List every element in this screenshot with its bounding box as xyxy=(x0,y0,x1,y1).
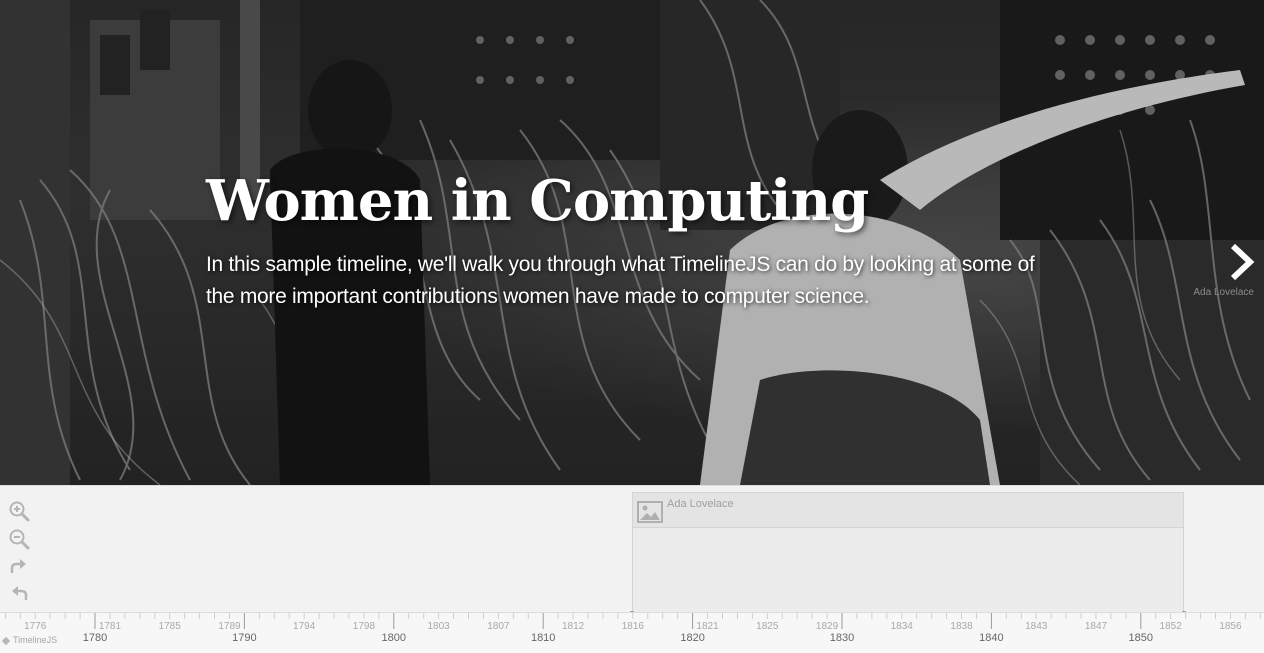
minor-tick-label: 1794 xyxy=(293,621,316,632)
zoom-in-button[interactable] xyxy=(8,500,30,522)
major-tick-label: 1840 xyxy=(979,632,1004,644)
minor-tick-label: 1776 xyxy=(24,621,47,632)
minor-tick-label: 1847 xyxy=(1084,621,1108,632)
minor-tick-label: 1825 xyxy=(756,621,779,632)
slide-overlay xyxy=(0,0,1264,485)
major-tick-label: 1790 xyxy=(232,632,257,644)
next-slide-button[interactable]: Ada Lovelace xyxy=(1188,240,1264,306)
minor-tick-label: 1816 xyxy=(621,621,644,632)
major-tick-label: 1780 xyxy=(82,632,108,644)
timelinejs-logo-icon xyxy=(1,636,11,645)
brand-label: TimelineJS xyxy=(13,635,58,645)
slide-title: Women in Computing xyxy=(206,168,869,234)
timelinejs-brand[interactable]: TimelineJS xyxy=(1,635,58,645)
minor-tick-label: 1812 xyxy=(561,621,585,632)
chevron-right-icon xyxy=(1230,243,1255,281)
minor-tick-label: 1798 xyxy=(352,621,376,632)
minor-tick-label: 1852 xyxy=(1159,621,1182,632)
axis-ticks xyxy=(4,613,1261,629)
minor-tick-label: 1789 xyxy=(218,621,241,632)
time-axis[interactable]: 1776 1781 1785 1789 1794 1798 1803 1807 1812 1816… xyxy=(0,612,1264,653)
forward-button[interactable] xyxy=(8,556,30,578)
era-title: Ada Lovelace xyxy=(667,498,734,510)
minor-tick-label: 1781 xyxy=(98,621,122,632)
major-tick-label: 1850 xyxy=(1128,632,1154,644)
zoom-out-icon xyxy=(9,529,30,550)
slide-hero: Women in Computing In this sample timeli… xyxy=(0,0,1264,485)
major-tick-label: 1800 xyxy=(381,632,407,644)
zoom-in-icon xyxy=(9,501,30,522)
minor-tick-label: 1821 xyxy=(696,621,719,632)
back-button[interactable] xyxy=(8,583,30,605)
minor-tick-label: 1856 xyxy=(1219,621,1242,632)
zoom-out-button[interactable] xyxy=(8,528,30,550)
minor-tick-label: 1834 xyxy=(890,621,913,632)
minor-tick-label: 1838 xyxy=(950,621,973,632)
major-tick-label: 1830 xyxy=(829,632,855,644)
era-header: Ada Lovelace xyxy=(633,493,1183,528)
next-slide-label: Ada Lovelace xyxy=(1193,287,1254,298)
minor-tick-label: 1785 xyxy=(158,621,181,632)
minor-tick-label: 1807 xyxy=(487,621,510,632)
minor-tick-label: 1843 xyxy=(1025,621,1048,632)
major-tick-label: 1810 xyxy=(530,632,556,644)
slide-description: In this sample timeline, we'll walk you … xyxy=(206,253,1035,308)
image-icon xyxy=(637,501,663,523)
major-tick-label: 1820 xyxy=(680,632,705,644)
forward-icon xyxy=(10,559,26,573)
minor-tick-label: 1829 xyxy=(815,621,839,632)
minor-tick-label: 1803 xyxy=(427,621,450,632)
era-marker-ada-lovelace[interactable]: Ada Lovelace xyxy=(632,492,1184,617)
back-icon xyxy=(12,586,28,600)
timeline-nav: Ada Lovelace 1776 1781 1785 1789 1794 1798 180… xyxy=(0,485,1264,653)
